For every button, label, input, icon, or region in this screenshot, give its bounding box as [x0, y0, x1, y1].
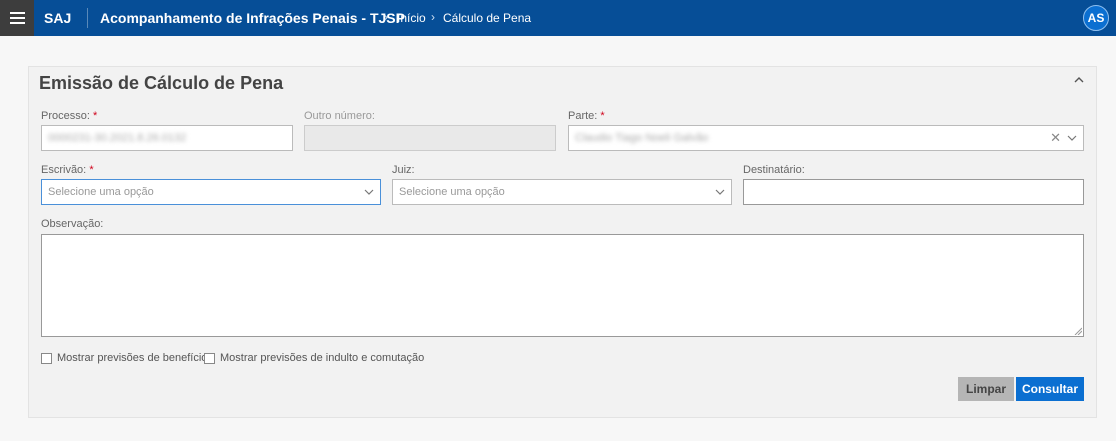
chevron-down-icon: [715, 189, 725, 195]
breadcrumb-current: Cálculo de Pena: [443, 11, 532, 25]
outro-numero-label: Outro número:: [304, 110, 375, 122]
app-title: Acompanhamento de Infrações Penais - TJS…: [100, 10, 405, 26]
escrivao-select[interactable]: Selecione uma opção: [41, 179, 381, 205]
chevron-right-icon: ›: [384, 10, 388, 24]
chevron-down-icon: [1067, 135, 1077, 141]
chevron-down-icon: [364, 189, 374, 195]
destinatario-input[interactable]: [743, 179, 1084, 205]
beneficios-checkbox-label[interactable]: Mostrar previsões de benefícios: [57, 352, 213, 364]
top-navigation-bar: SAJ Acompanhamento de Infrações Penais -…: [0, 0, 1116, 36]
indulto-checkbox[interactable]: [204, 353, 215, 364]
chevron-right-icon: ›: [431, 10, 435, 24]
beneficios-checkbox[interactable]: [41, 353, 52, 364]
chevron-up-icon[interactable]: [1072, 73, 1086, 87]
parte-label: Parte: *: [568, 110, 605, 122]
panel-title: Emissão de Cálculo de Pena: [39, 73, 284, 93]
processo-input[interactable]: 0000231-30.2021.8.26.0132: [41, 125, 293, 151]
brand-logo[interactable]: SAJ: [44, 10, 71, 26]
juiz-label: Juiz:: [392, 164, 415, 176]
consultar-button[interactable]: Consultar: [1016, 377, 1084, 401]
outro-numero-input: [304, 125, 556, 151]
observacao-label: Observação:: [41, 218, 104, 230]
resize-handle-icon[interactable]: [1074, 327, 1082, 335]
hamburger-icon[interactable]: [0, 0, 34, 36]
observacao-textarea[interactable]: [41, 234, 1084, 337]
escrivao-label: Escrivão: *: [41, 164, 94, 176]
limpar-button[interactable]: Limpar: [958, 377, 1014, 401]
processo-label: Processo: *: [41, 110, 98, 122]
calculo-pena-panel: Emissão de Cálculo de Pena Processo: * 0…: [28, 66, 1097, 418]
destinatario-label: Destinatário:: [743, 164, 805, 176]
user-avatar[interactable]: AS: [1083, 5, 1109, 31]
indulto-checkbox-label[interactable]: Mostrar previsões de indulto e comutação: [220, 352, 424, 364]
parte-select[interactable]: Claudio Tiago Noeli Galvão ✕: [568, 125, 1084, 151]
clear-icon[interactable]: ✕: [1050, 131, 1061, 144]
header-divider: [87, 8, 88, 28]
breadcrumb-home-link[interactable]: Início: [397, 11, 426, 25]
juiz-select[interactable]: Selecione uma opção: [392, 179, 732, 205]
